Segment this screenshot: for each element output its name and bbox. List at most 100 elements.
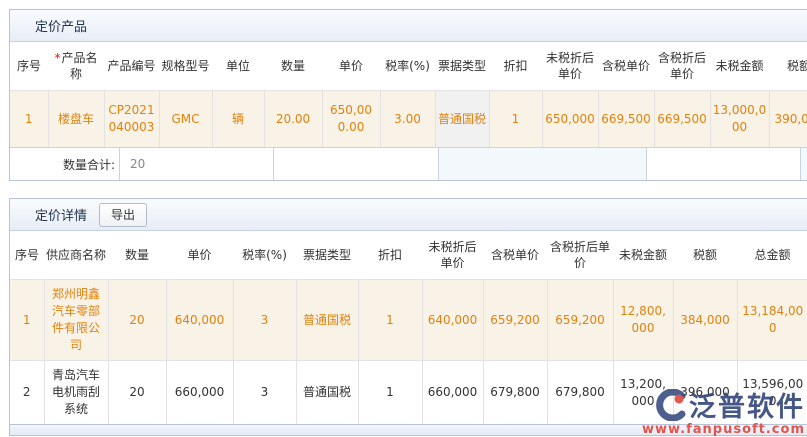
next-section-edge [9,424,807,436]
table-cell: 楼盘车 [48,91,104,148]
table-cell: 384,000 [673,280,737,361]
table-cell: CP2021040003 [104,91,159,148]
table-cell: 1 [489,91,542,148]
table-cell: 3 [233,280,296,361]
table-cell: 13,200,000 [613,361,673,425]
table-cell: 普通国税 [296,361,358,425]
table-cell: 390,000 [769,91,807,148]
column-header: 数量 [264,42,322,91]
column-header-label: 序号 [15,248,39,262]
column-header: 折扣 [489,42,542,91]
table-row[interactable]: 2青岛汽车电机雨刮系统20660,0003普通国税1660,000679,800… [10,361,807,425]
table-row[interactable]: 1楼盘车CP2021040003GMC辆20.00650,000.003.00普… [10,91,807,148]
quantity-total-row: 数量合计: 20 [10,147,807,180]
pricing-details-title: 定价详情 [35,205,87,224]
table-cell: 20.00 [264,91,322,148]
pricing-products-panel: 定价产品 序号 *产品名称产品编号规格型号单位数量 单价 税率(%) 票据类型 折扣 未税折… [9,9,807,181]
summary-empty-cell [647,148,801,180]
pricing-details-titlebar: 定价详情 导出 [10,199,807,231]
column-header: 序号 [10,231,44,280]
table-cell: 3.00 [380,91,435,148]
column-header: 票据类型 [296,231,358,280]
column-header-label: 单价 [339,59,363,73]
column-header-label: 含税折后单价 [550,240,610,270]
column-header: 税额 [769,42,807,91]
column-header-label: 未税折后单价 [428,240,476,270]
column-header: 序号 [10,42,48,91]
column-header-label: 规格型号 [161,59,209,73]
column-header-label: 序号 [17,59,41,73]
column-header: 未税金额 [710,42,769,91]
column-header-label: 折扣 [378,248,402,262]
column-header-label: 数量 [125,248,149,262]
table-cell: 679,800 [483,361,547,425]
column-header-label: 折扣 [503,59,527,73]
table-row[interactable]: 1郑州明鑫汽车零部件有限公司20640,0003普通国税1640,000659,… [10,280,807,361]
export-button[interactable]: 导出 [99,203,147,227]
table-cell: 669,500 [654,91,710,148]
column-header-label: 税额 [787,59,807,73]
table-cell: 20 [108,280,166,361]
table-cell: 13,596,000 [737,361,807,425]
table-cell: 669,500 [598,91,654,148]
table-cell: 普通国税 [296,280,358,361]
summary-empty-cell [274,148,439,180]
table-cell: 20 [108,361,166,425]
table-cell: 2 [10,361,44,425]
table-cell: 13,000,000 [710,91,769,148]
required-asterisk: * [54,51,60,65]
column-header-label: 单价 [187,248,211,262]
table-cell: 660,000 [422,361,483,425]
pricing-details-panel: 定价详情 导出 序号供应商名称 数量 单价 税率(%) 票据类型 折扣 未税折后单价 含税单价… [9,198,807,425]
column-header: 单位 [212,42,264,91]
pricing-products-table: 序号*产品名称产品编号规格型号单位数量单价税率(%)票据类型折扣未税折后单价含税… [10,42,807,147]
column-header: 票据类型 [435,42,489,91]
column-header: 折扣 [358,231,422,280]
quantity-total-label: 数量合计: [10,148,120,180]
column-header: 含税折后单价 [547,231,613,280]
column-header-label: 含税折后单价 [658,51,706,81]
table-cell: 640,000 [422,280,483,361]
table-cell: 659,200 [483,280,547,361]
column-header-label: 供应商名称 [46,248,106,262]
column-header-label: 含税单价 [602,59,650,73]
column-header: 规格型号 [159,42,212,91]
column-header-label: 票据类型 [438,59,486,73]
header-row: 序号供应商名称 数量 单价 税率(%) 票据类型 折扣 未税折后单价 含税单价含税折后单价未税… [10,231,807,280]
column-header-label: 未税折后单价 [546,51,594,81]
column-header-label: 税率(%) [242,248,287,262]
column-header-label: 产品编号 [107,59,155,73]
column-header-label: 税额 [693,248,717,262]
column-header: 含税折后单价 [654,42,710,91]
column-header-label: 含税单价 [491,248,539,262]
column-header: *产品名称 [48,42,104,91]
table-cell: 郑州明鑫汽车零部件有限公司 [44,280,108,361]
column-header: 未税折后单价 [422,231,483,280]
table-cell: 659,200 [547,280,613,361]
table-cell: 1 [10,91,48,148]
pricing-products-title: 定价产品 [35,16,87,35]
column-header: 未税折后单价 [542,42,598,91]
column-header: 含税单价 [598,42,654,91]
table-cell: 13,184,000 [737,280,807,361]
table-cell: 1 [10,280,44,361]
column-header: 含税单价 [483,231,547,280]
summary-empty-cell [439,148,647,180]
summary-empty-cell [801,148,807,180]
table-cell: 679,800 [547,361,613,425]
table-cell: 650,000 [542,91,598,148]
table-cell: 1 [358,280,422,361]
table-cell: 普通国税 [435,91,489,148]
table-cell: 396,000 [673,361,737,425]
column-header: 税率(%) [380,42,435,91]
column-header: 单价 [166,231,233,280]
table-cell: 660,000 [166,361,233,425]
column-header-label: 税率(%) [385,59,430,73]
table-cell: 辆 [212,91,264,148]
column-header: 总金额 [737,231,807,280]
column-header: 单价 [322,42,380,91]
column-header-label: 总金额 [754,248,790,262]
table-cell: 640,000 [166,280,233,361]
column-header-label: 未税金额 [619,248,667,262]
column-header: 未税金额 [613,231,673,280]
